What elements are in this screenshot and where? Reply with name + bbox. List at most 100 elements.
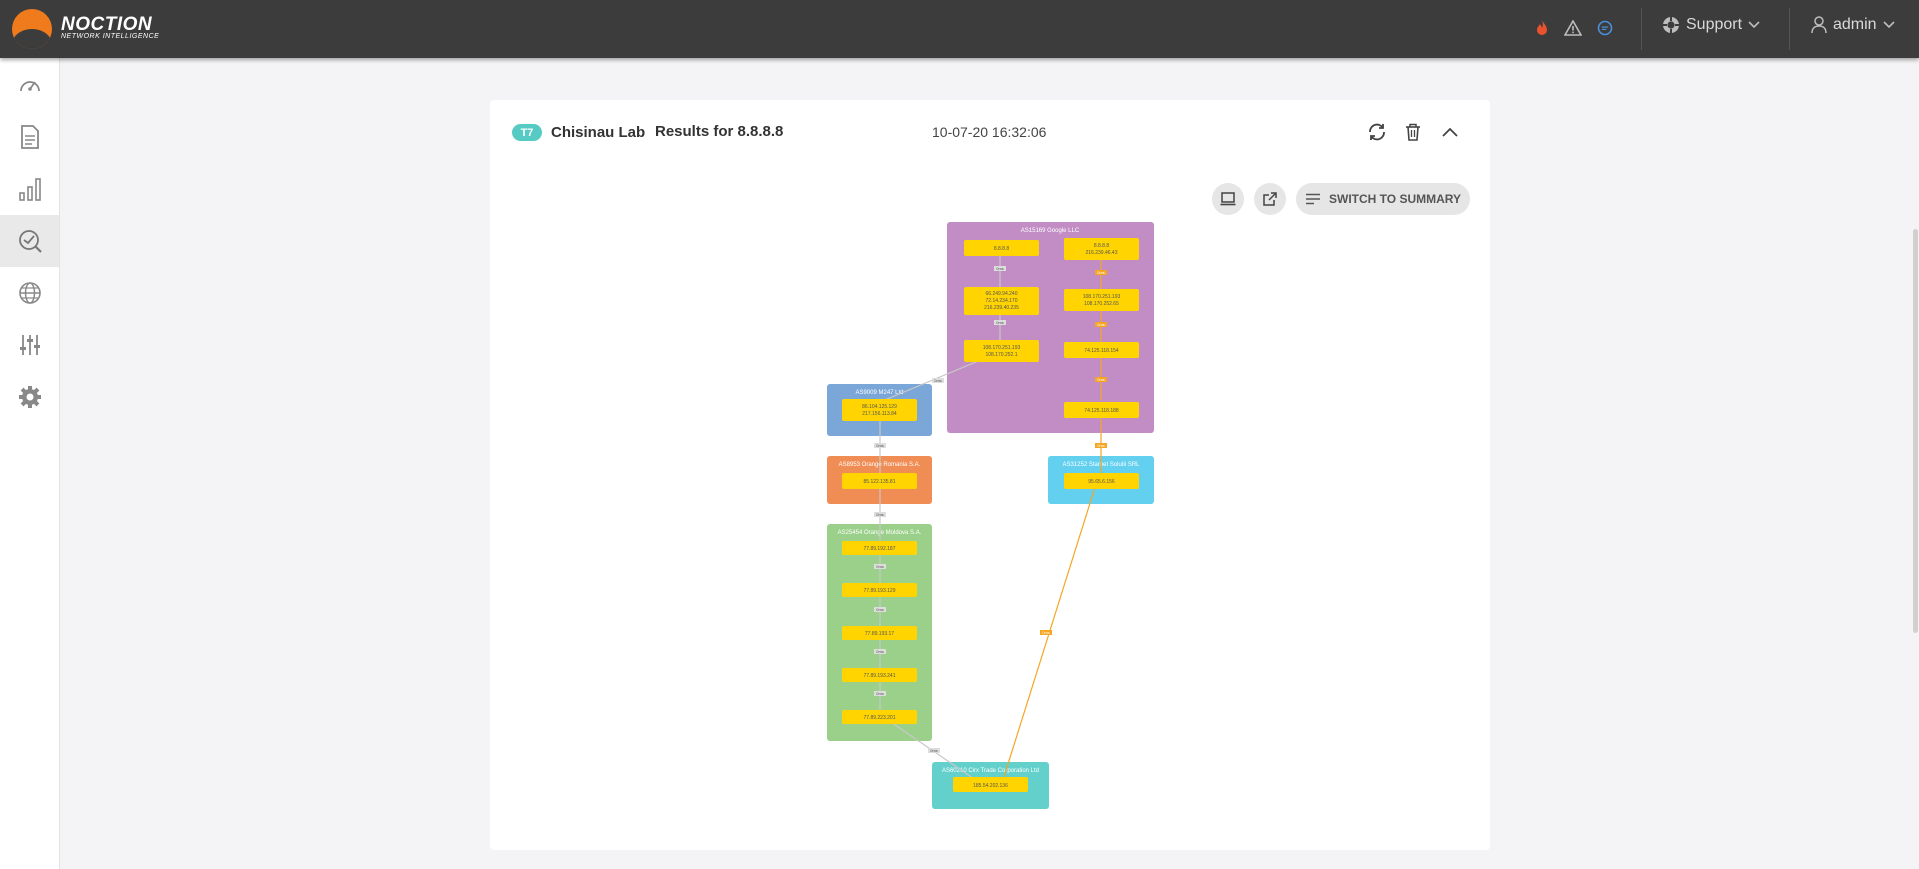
edge-label: 0ms [874,607,886,612]
svg-text:0ms: 0ms [934,378,942,383]
svg-text:77.89.192.187: 77.89.192.187 [864,546,896,552]
svg-text:86.104.125.129: 86.104.125.129 [862,404,897,410]
svg-text:217.156.113.84: 217.156.113.84 [862,411,897,417]
hop-node[interactable]: 108.170.251.193 108.170.252.1 [964,340,1039,362]
svg-text:108.170.252.1: 108.170.252.1 [986,352,1018,358]
hop-node[interactable]: 74.125.118.154 [1064,342,1139,358]
hop-node[interactable]: 8.8.8.8 [964,240,1039,256]
diagnostics-icon [18,230,42,253]
hop-node[interactable]: 77.89.192.187 [842,541,917,555]
warning-icon[interactable] [1563,18,1583,38]
hop-node[interactable]: 77.89.193.129 [842,583,917,597]
svg-text:77.89.193.17: 77.89.193.17 [865,631,894,637]
hop-node[interactable]: 77.89.223.201 [842,710,917,724]
chevron-down-icon [1748,21,1760,29]
sidebar-item-statistics[interactable] [0,163,59,215]
edge-label: 0ms [874,512,886,517]
traceroute-graph: AS15169 Google LLC AS9009 M247 Ltd AS895… [827,222,1154,809]
svg-text:0ms: 0ms [930,748,938,753]
svg-text:108.170.252.65: 108.170.252.65 [1084,301,1119,307]
sidebar-item-reports[interactable] [0,111,59,163]
traceroute-result-card: T7 Chisinau Lab Results for 8.8.8.8 10-0… [490,100,1490,850]
edge-label: 0ms [1095,377,1107,382]
sidebar [0,58,60,869]
hop-node[interactable]: 86.104.125.129 217.156.113.84 [842,399,917,421]
sliders-icon [19,335,40,355]
support-icon [1663,17,1679,33]
edge-label: 0ms [1040,630,1052,635]
hop-node[interactable]: 77.89.193.241 [842,668,917,682]
svg-text:0ms: 0ms [996,320,1004,325]
hop-node[interactable]: 95.65.6.156 [1064,473,1139,489]
edge-label: 0ms [874,691,886,696]
reports-icon [20,125,39,149]
svg-text:85.122.135.81: 85.122.135.81 [864,479,896,485]
user-menu[interactable]: admin [1811,16,1895,34]
svg-text:77.89.193.129: 77.89.193.129 [864,588,896,594]
svg-text:0ms: 0ms [1097,322,1105,327]
edge-label: 0ms [994,266,1006,271]
svg-text:216.239.40.235: 216.239.40.235 [984,305,1019,311]
svg-text:0ms: 0ms [876,443,884,448]
hop-node[interactable]: 108.170.251.193 108.170.252.65 [1064,289,1139,311]
svg-text:0ms: 0ms [996,266,1004,271]
edge-label: 0ms [874,443,886,448]
top-bar: NOCTION NETWORK INTELLIGENCE Support adm… [0,0,1919,58]
user-icon [1811,16,1827,34]
header-divider [1789,8,1790,50]
svg-text:0ms: 0ms [876,512,884,517]
svg-text:108.170.251.193: 108.170.251.193 [983,345,1021,351]
user-label: admin [1833,16,1877,33]
sidebar-item-sliders[interactable] [0,319,59,371]
settings-icon [18,386,41,408]
chevron-down-icon [1883,21,1895,29]
svg-text:0ms: 0ms [1097,270,1105,275]
sidebar-item-dashboard[interactable] [0,59,59,111]
hop-node[interactable]: 66.249.94.240 72.14.234.170 216.239.40.2… [964,287,1039,315]
support-menu[interactable]: Support [1662,16,1760,34]
edge-label: 0ms [874,649,886,654]
header-divider [1641,8,1642,50]
edge-label: 0ms [932,378,944,383]
statistics-icon [18,178,41,201]
sidebar-item-diagnostics[interactable] [0,215,59,267]
edge-label: 0ms [1095,270,1107,275]
svg-text:0ms: 0ms [876,649,884,654]
sidebar-item-globe[interactable] [0,267,59,319]
noction-logo[interactable] [12,9,52,49]
hop-node[interactable]: 77.89.193.17 [842,626,917,640]
edge-label: 0ms [994,320,1006,325]
chat-icon[interactable] [1595,18,1615,38]
as-group-label: AS15169 Google LLC [1021,228,1080,234]
hop-node[interactable]: 8.8.8.8 216.239.46.43 [1064,238,1139,260]
svg-text:108.170.251.193: 108.170.251.193 [1083,294,1121,300]
svg-text:216.239.46.43: 216.239.46.43 [1086,250,1118,256]
brand-subtitle: NETWORK INTELLIGENCE [61,33,160,40]
svg-text:74.125.118.188: 74.125.118.188 [1084,408,1119,414]
edge-label: 0ms [1095,443,1107,448]
globe-icon [18,282,41,304]
edge-label: 0ms [928,748,940,753]
hop-node[interactable]: 185.54.202.136 [953,777,1028,792]
edge-label: 0ms [981,755,993,760]
page-scrollbar[interactable] [1913,229,1918,633]
support-label: Support [1686,16,1743,33]
svg-text:185.54.202.136: 185.54.202.136 [973,783,1008,789]
as-group-label: AS60210 Cirx Trade Corporation Ltd [942,768,1039,774]
hop-node[interactable]: 85.122.135.81 [842,473,917,489]
svg-text:74.125.118.154: 74.125.118.154 [1084,348,1119,354]
hop-node[interactable]: 74.125.118.188 [1064,402,1139,418]
svg-text:0ms: 0ms [876,607,884,612]
svg-text:77.89.193.241: 77.89.193.241 [864,673,896,679]
svg-text:8.8.8.8: 8.8.8.8 [1094,243,1110,249]
svg-text:0ms: 0ms [1097,377,1105,382]
svg-text:8.8.8.8: 8.8.8.8 [994,246,1010,252]
svg-text:95.65.6.156: 95.65.6.156 [1088,479,1115,485]
svg-text:66.249.94.240: 66.249.94.240 [986,291,1018,297]
svg-text:0ms: 0ms [1097,443,1105,448]
fire-icon[interactable] [1532,18,1552,38]
edge-label: 0ms [1095,322,1107,327]
svg-text:72.14.234.170: 72.14.234.170 [986,298,1018,304]
dashboard-icon [19,81,40,92]
sidebar-item-settings[interactable] [0,371,59,423]
